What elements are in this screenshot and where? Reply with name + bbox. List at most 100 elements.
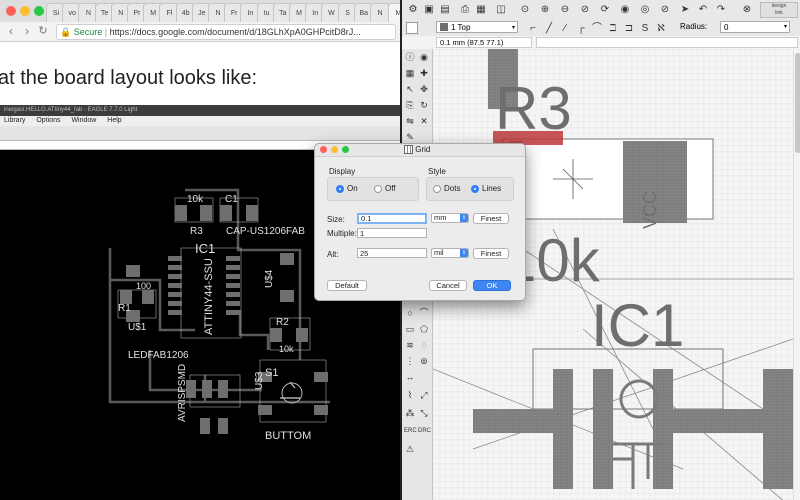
zoom-out-icon[interactable]: ⊖ xyxy=(558,3,572,16)
command-input[interactable] xyxy=(536,37,798,48)
stop-icon[interactable]: ⊘ xyxy=(658,3,672,16)
scrollbar-thumb[interactable] xyxy=(795,53,800,153)
cam-icon[interactable]: ▦ xyxy=(474,3,488,16)
circle-icon[interactable]: ○ xyxy=(404,307,416,319)
wrench-icon[interactable]: ✎ xyxy=(404,131,416,143)
secure-label: Secure xyxy=(73,27,103,37)
minimize-window-button[interactable] xyxy=(20,6,30,16)
ok-button[interactable]: OK xyxy=(473,280,511,291)
ratsnest-icon[interactable]: ⋮ xyxy=(404,355,416,367)
wire-bend-6-icon[interactable]: ⊐ xyxy=(622,22,636,35)
zoom-fit-icon[interactable]: ⊙ xyxy=(518,3,532,16)
wire-bend-0-icon[interactable]: ⌐ xyxy=(526,22,540,35)
back-icon[interactable]: ‹ xyxy=(4,24,18,38)
wire-bend-2-icon[interactable]: ∕ xyxy=(558,22,572,35)
wire-bend-7-icon[interactable]: S xyxy=(638,22,652,35)
drc-button-icon[interactable]: DRC xyxy=(418,425,431,437)
board-label-attiny: ATTINY44-SSU xyxy=(203,258,215,335)
move-cross-icon[interactable]: ✥ xyxy=(418,83,430,95)
display-icon[interactable]: ▦ xyxy=(404,67,416,79)
delete-icon[interactable]: ✕ xyxy=(418,115,430,127)
move-icon[interactable]: ↖ xyxy=(404,83,416,95)
mark-icon[interactable]: ✚ xyxy=(418,67,430,79)
split-icon[interactable]: ↔ xyxy=(404,371,416,383)
wire-bend-1-icon[interactable]: ╱ xyxy=(542,22,556,35)
redraw-icon[interactable]: ⟳ xyxy=(598,3,612,16)
wire-bend-3-icon[interactable]: ┌ xyxy=(574,22,588,35)
print-icon[interactable]: ⎙ xyxy=(458,3,472,16)
menu-options[interactable]: Options xyxy=(36,117,60,124)
zoom-select-icon[interactable]: ⊘ xyxy=(578,3,592,16)
dialog-zoom-button[interactable] xyxy=(342,146,349,153)
wire-bend-5-icon[interactable]: ℶ xyxy=(606,22,620,35)
close-window-button[interactable] xyxy=(6,6,16,16)
style-dots-radio[interactable] xyxy=(433,185,441,193)
route-icon[interactable]: ⌇ xyxy=(404,389,416,401)
alt-finest-button[interactable]: Finest xyxy=(473,248,509,259)
layers-icon[interactable]: ≋ xyxy=(404,339,416,351)
info-icon[interactable]: ⓘ xyxy=(404,51,416,63)
hole-icon[interactable]: ◌ xyxy=(418,339,430,351)
redo-icon[interactable]: ↷ xyxy=(714,3,728,16)
size-unit-select[interactable]: mm ⇕ xyxy=(431,213,469,223)
forward-icon[interactable]: › xyxy=(20,24,34,38)
schematic-icon[interactable]: ◫ xyxy=(494,3,508,16)
show-icon[interactable]: ◉ xyxy=(418,51,430,63)
via-icon[interactable]: ⊚ xyxy=(418,355,430,367)
polygon-icon[interactable]: ⬠ xyxy=(418,323,430,335)
wire-bend-4-icon[interactable]: ⌒ xyxy=(590,22,604,35)
url-field[interactable]: 🔒 Secure | https://docs.google.com/docum… xyxy=(56,24,396,40)
grid-toggle-icon[interactable] xyxy=(406,22,418,34)
stop-command-icon[interactable]: ⊗ xyxy=(740,3,754,16)
mirror-icon[interactable]: ⇋ xyxy=(404,115,416,127)
cancel-button[interactable]: Cancel xyxy=(429,280,467,291)
vertical-scrollbar[interactable] xyxy=(793,49,800,500)
rotate-icon[interactable]: ↻ xyxy=(418,99,430,111)
board-label-10k-r2: 10k xyxy=(279,344,294,354)
size-field[interactable]: 0.1 xyxy=(357,213,427,224)
copy-icon[interactable]: ⎘ xyxy=(404,99,416,111)
size-finest-button[interactable]: Finest xyxy=(473,213,509,224)
board-label-u1: U$1 xyxy=(128,322,147,333)
optimize-icon[interactable]: ⤡ xyxy=(418,407,430,419)
radius-field[interactable]: 0 ▾ xyxy=(720,21,790,33)
display-off-label: Off xyxy=(385,184,396,193)
display-off-radio[interactable] xyxy=(374,185,382,193)
canvas-label-vcc: VCC xyxy=(640,191,660,229)
erc-button-icon[interactable]: ERC xyxy=(404,425,417,437)
menu-window[interactable]: Window xyxy=(71,117,96,124)
default-button[interactable]: Default xyxy=(327,280,367,291)
run-icon[interactable]: ➤ xyxy=(678,3,692,16)
alt-unit-select[interactable]: mil ⇕ xyxy=(431,248,469,258)
dialog-close-button[interactable] xyxy=(320,146,327,153)
board-label-u3: U$3 xyxy=(254,371,265,390)
browser-tab[interactable]: N xyxy=(370,3,390,23)
arc-icon[interactable]: ⌒ xyxy=(418,307,430,319)
display-on-radio[interactable] xyxy=(336,185,344,193)
rect-icon[interactable]: ▭ xyxy=(404,323,416,335)
wire-bend-8-icon[interactable]: ℵ xyxy=(654,22,668,35)
autorouter-icon[interactable]: ⁂ xyxy=(404,407,416,419)
go-button[interactable]: design link xyxy=(760,2,798,18)
menu-library[interactable]: Library xyxy=(4,117,25,124)
multiple-field[interactable]: 1 xyxy=(357,228,427,238)
save-icon[interactable]: ▤ xyxy=(438,3,452,16)
style-lines-radio[interactable] xyxy=(471,185,479,193)
settings-icon[interactable]: ⚙ xyxy=(406,3,420,16)
drc-icon[interactable]: ◉ xyxy=(618,3,632,16)
zoom-in-icon[interactable]: ⊕ xyxy=(538,3,552,16)
open-icon[interactable]: ▣ xyxy=(422,3,436,16)
browser-tab-active[interactable]: Moi xyxy=(388,3,400,23)
layer-select-value: 1 Top xyxy=(451,23,471,32)
ripup-icon[interactable]: ⤢ xyxy=(418,389,430,401)
menu-help[interactable]: Help xyxy=(107,117,121,124)
zoom-window-button[interactable] xyxy=(34,6,44,16)
layer-select[interactable]: 1 Top ▾ xyxy=(436,21,518,33)
erc-icon[interactable]: ◎ xyxy=(638,3,652,16)
alt-field[interactable]: 25 xyxy=(357,248,427,258)
reload-icon[interactable]: ↻ xyxy=(36,24,50,38)
errors-icon[interactable]: ⚠ xyxy=(404,443,416,455)
document-text: at the board layout looks like: xyxy=(0,67,258,89)
dialog-minimize-button[interactable] xyxy=(331,146,338,153)
undo-icon[interactable]: ↶ xyxy=(696,3,710,16)
